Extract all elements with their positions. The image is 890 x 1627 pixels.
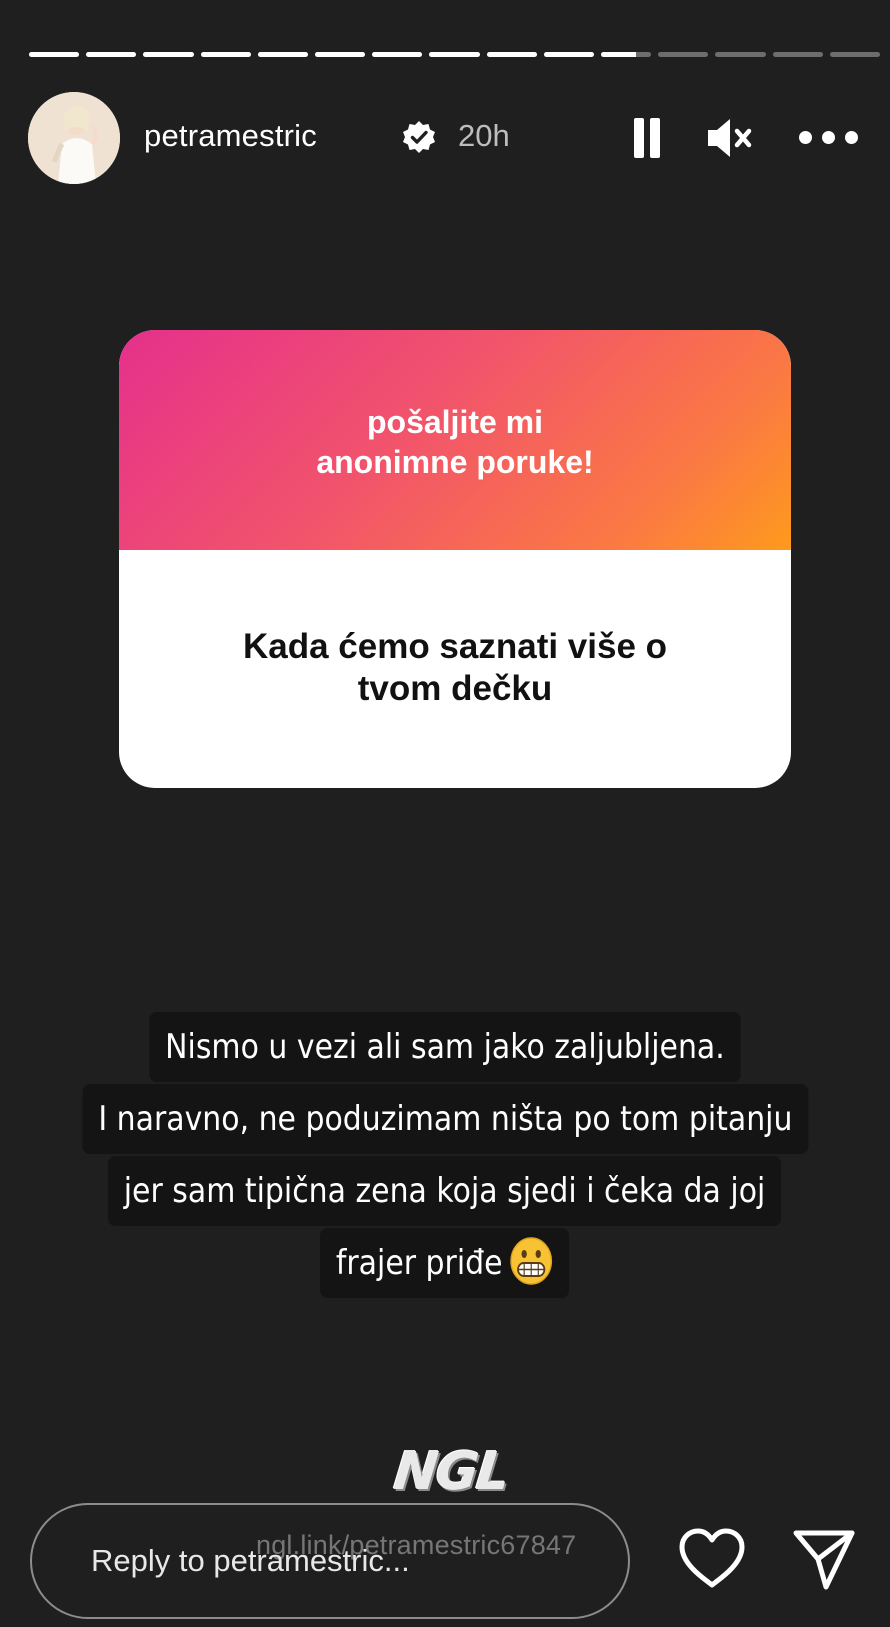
grinning-face-emoji (510, 1236, 553, 1285)
progress-segment (601, 52, 652, 57)
progress-segment (315, 52, 366, 57)
progress-segment (829, 52, 881, 57)
avatar[interactable] (28, 92, 120, 184)
progress-segment-fill (257, 52, 309, 57)
progress-segment (29, 52, 80, 57)
progress-segment-fill (486, 52, 537, 57)
story-progress-bar (29, 52, 881, 58)
post-time: 20h (458, 118, 510, 153)
progress-segment (772, 52, 823, 57)
progress-segment (143, 52, 194, 57)
caption-line: I naravno, ne poduzimam ništa po tom pit… (82, 1084, 808, 1154)
reply-input[interactable]: Reply to petramestric... (30, 1503, 630, 1619)
caption-line: Nismo u vezi ali sam jako zaljubljena. (149, 1012, 741, 1082)
more-options-icon (799, 131, 812, 144)
progress-segment (86, 52, 137, 57)
progress-segment (372, 52, 423, 57)
send-icon (793, 1530, 855, 1590)
heart-icon (679, 1528, 745, 1588)
progress-segment (658, 52, 709, 57)
caption-line: jer sam tipična zena koja sjedi i čeka d… (108, 1156, 782, 1226)
pause-button[interactable] (618, 110, 674, 166)
progress-segment-fill (143, 52, 194, 57)
story-caption: Nismo u vezi ali sam jako zaljubljena. I… (8, 1012, 882, 1300)
progress-segment (543, 52, 595, 57)
question-prompt: pošaljite mi anonimne poruke! (316, 404, 594, 480)
avatar-image (28, 92, 120, 184)
verified-badge-icon (403, 121, 435, 153)
progress-segment-fill (315, 52, 366, 57)
progress-segment-fill (29, 52, 80, 57)
progress-segment (715, 52, 766, 57)
caption-line-text: frajer priđe (336, 1243, 503, 1283)
progress-segment (486, 52, 537, 57)
like-button[interactable] (676, 1525, 748, 1593)
progress-segment-fill (429, 52, 480, 57)
username[interactable]: petramestric (144, 118, 317, 154)
question-answer: Kada ćemo saznati više o tvom dečku (242, 627, 668, 708)
reply-placeholder: Reply to petramestric... (91, 1543, 410, 1578)
story-header: petramestric 20h (28, 92, 868, 188)
progress-segment-fill (86, 52, 137, 57)
mute-button[interactable] (700, 110, 760, 166)
progress-segment (257, 52, 309, 57)
pause-icon (634, 118, 644, 158)
ngl-logo: NGL (391, 1442, 511, 1502)
share-button[interactable] (788, 1525, 860, 1593)
progress-segment (429, 52, 480, 57)
question-sticker-header: pošaljite mi anonimne poruke! (119, 330, 791, 550)
question-sticker: pošaljite mi anonimne poruke! Kada ćemo … (119, 330, 791, 788)
story-viewer[interactable]: petramestric 20h pošaljite mi anonimne p… (0, 0, 890, 1627)
more-options-button[interactable] (795, 110, 865, 166)
progress-segment (200, 52, 251, 57)
muted-speaker-icon (708, 119, 752, 157)
caption-line-last: frajer priđe (320, 1228, 570, 1298)
progress-segment-fill (200, 52, 251, 57)
progress-segment-fill (543, 52, 595, 57)
progress-segment-fill (601, 52, 637, 57)
progress-segment-fill (372, 52, 423, 57)
